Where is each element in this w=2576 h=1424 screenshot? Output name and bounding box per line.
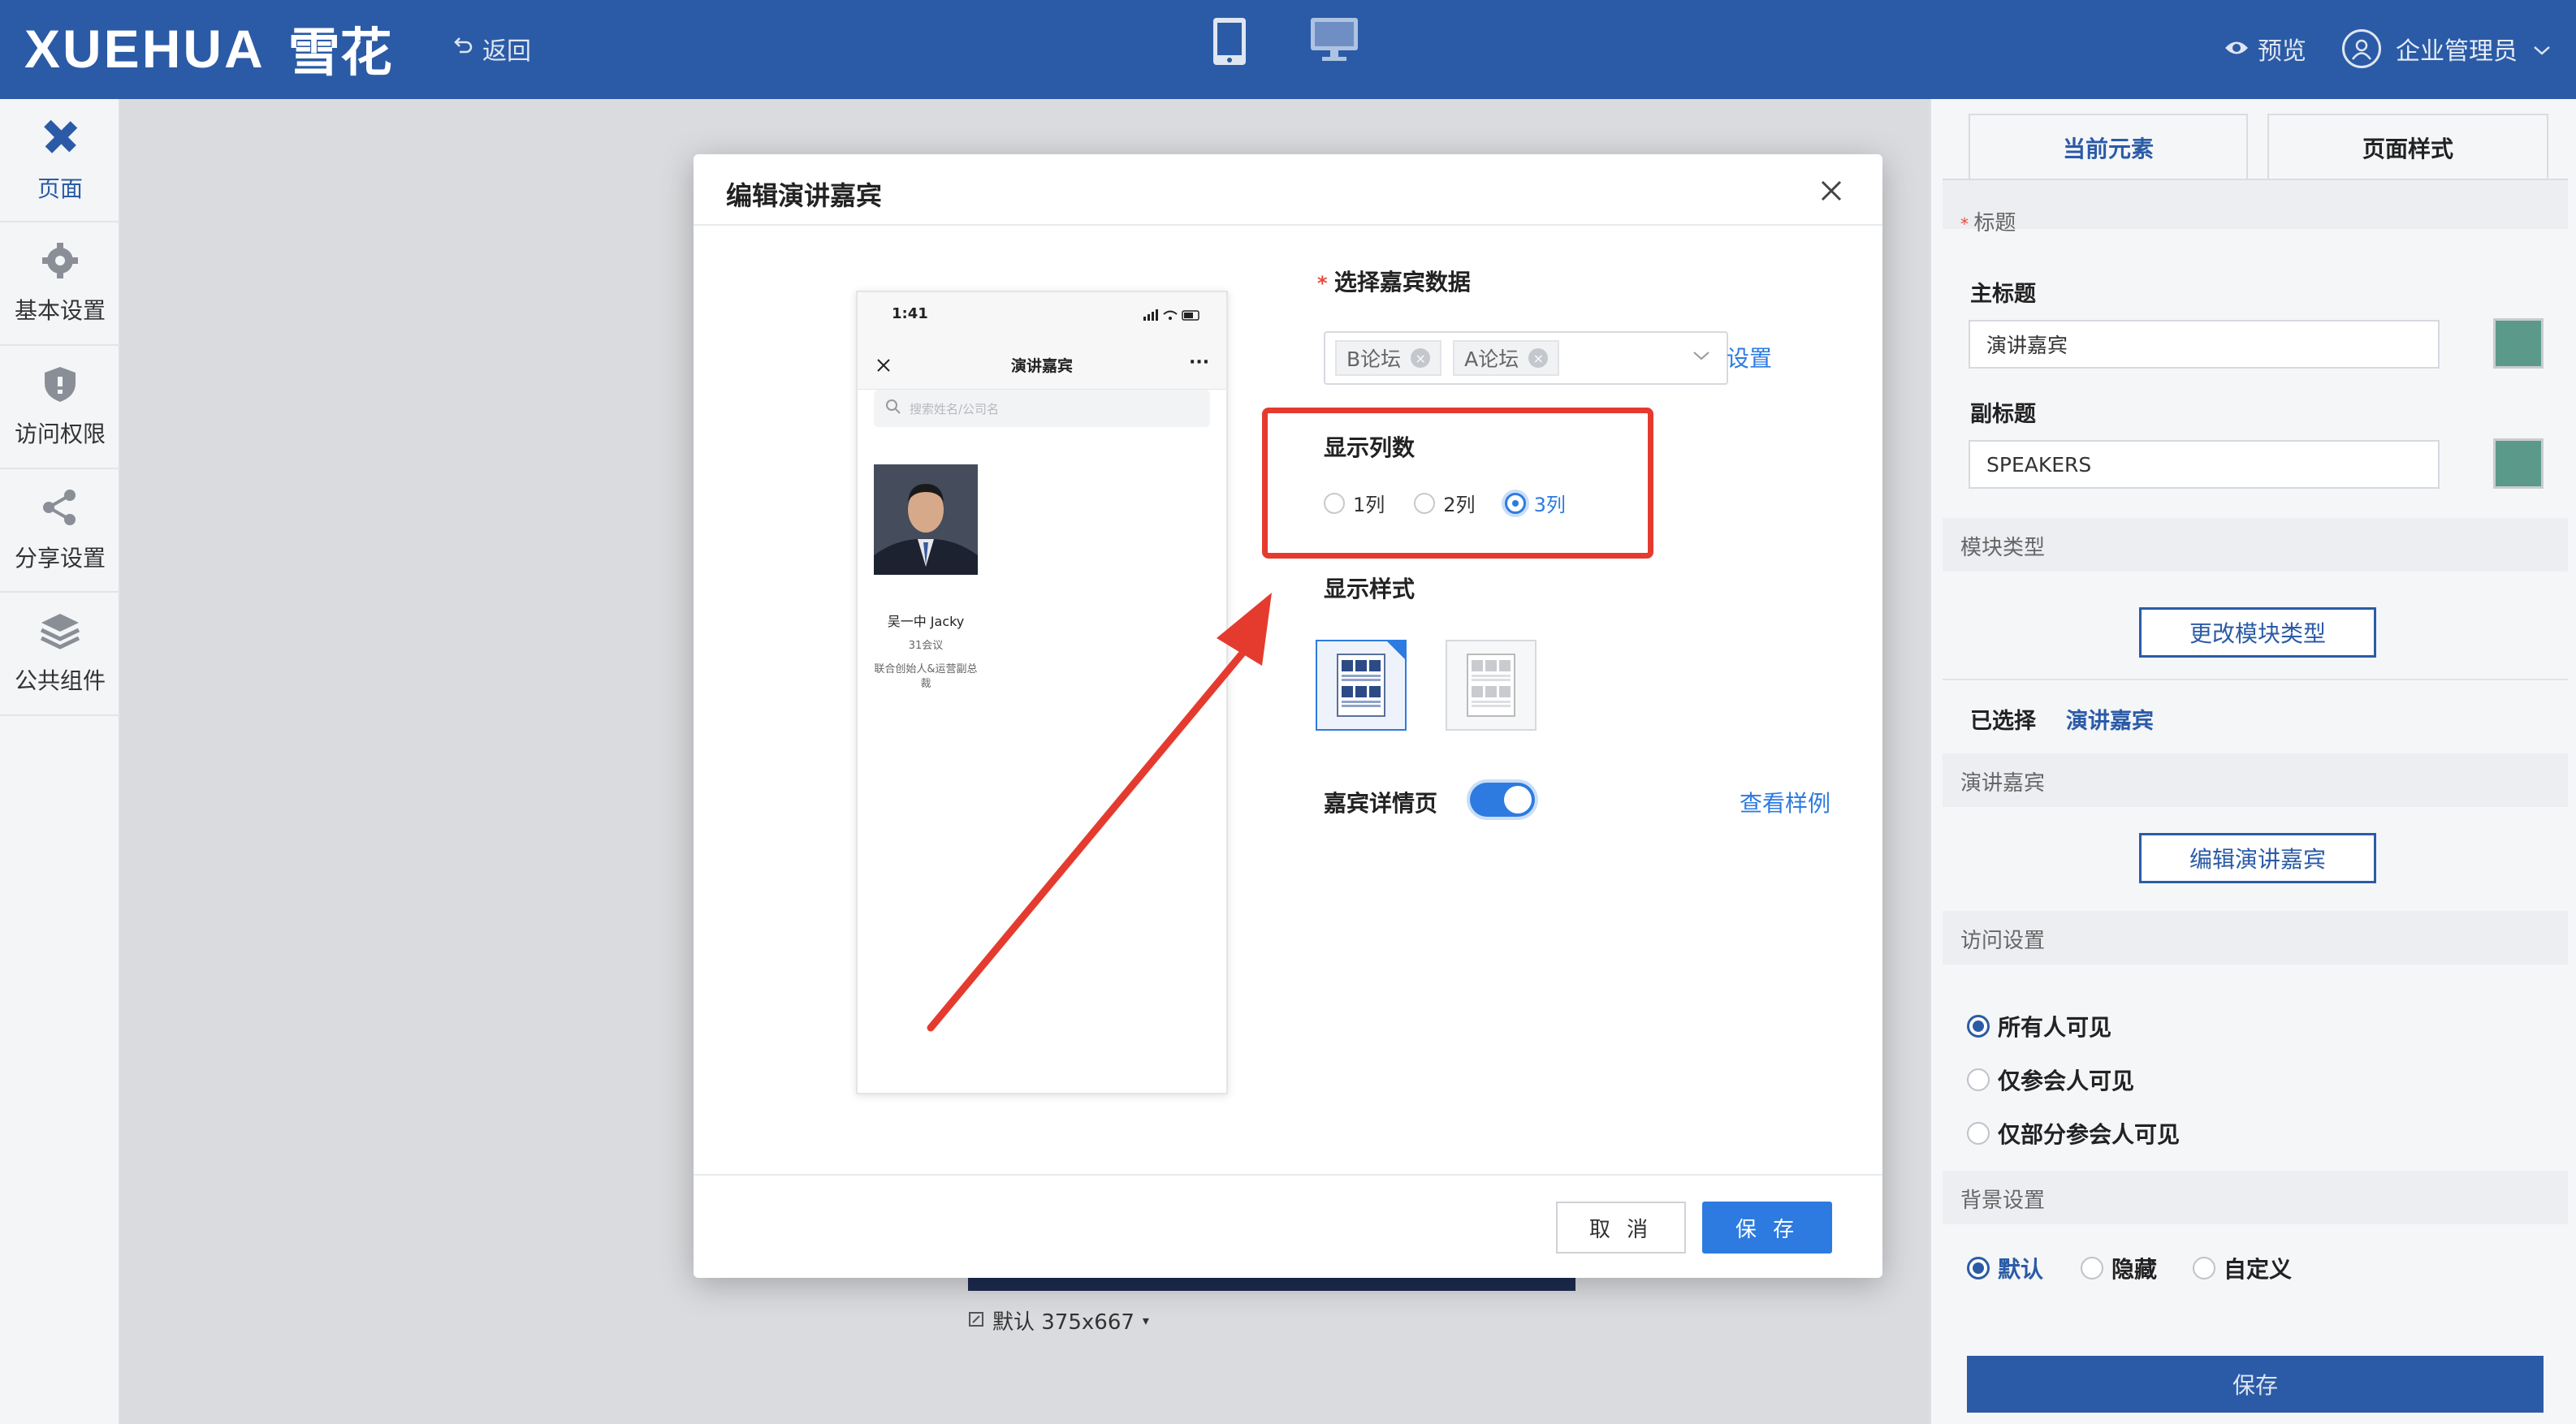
tab-current-element[interactable]: 当前元素 bbox=[1969, 114, 2248, 180]
radio-icon bbox=[1967, 1015, 1990, 1038]
main-title-label: 主标题 bbox=[1970, 282, 2036, 307]
sidebar-item-access[interactable]: 访问权限 bbox=[0, 346, 120, 469]
sidebar-item-share[interactable]: 分享设置 bbox=[0, 469, 120, 593]
back-label: 返回 bbox=[482, 37, 531, 66]
change-module-button[interactable]: 更改模块类型 bbox=[2139, 607, 2376, 658]
sidebar-item-basic-settings[interactable]: 基本设置 bbox=[0, 222, 120, 346]
main-title-input[interactable]: 演讲嘉宾 bbox=[1969, 320, 2440, 369]
main-title-color-swatch[interactable] bbox=[2493, 318, 2544, 369]
logo: XUEHUA 雪花 bbox=[24, 16, 392, 84]
sidebar-item-label: 公共组件 bbox=[14, 667, 106, 694]
preview-button[interactable]: 预览 bbox=[2224, 24, 2306, 73]
user-name: 企业管理员 bbox=[2396, 37, 2518, 66]
access-option-all[interactable]: 所有人可见 bbox=[1967, 1010, 2111, 1042]
title-section-label: * 标题 bbox=[1960, 211, 2016, 235]
radio-icon bbox=[1967, 1122, 1990, 1145]
background-option-label: 隐藏 bbox=[2111, 1256, 2158, 1283]
eye-icon bbox=[2224, 35, 2250, 63]
left-sidebar: 页面 基本设置 访问权限 分享设置 公共组件 bbox=[0, 99, 120, 1424]
chevron-down-icon bbox=[2532, 35, 2552, 63]
top-bar: XUEHUA 雪花 返回 预览 企业管理员 bbox=[0, 0, 2576, 99]
speakers-label: 演讲嘉宾 bbox=[1960, 771, 2046, 796]
undo-icon bbox=[452, 34, 474, 63]
sidebar-item-label: 访问权限 bbox=[14, 420, 106, 447]
back-button[interactable]: 返回 bbox=[452, 26, 531, 71]
shield-icon bbox=[41, 365, 79, 408]
layers-icon bbox=[40, 612, 80, 655]
edit-speakers-modal: 编辑演讲嘉宾 1:41 演讲嘉宾 ··· 搜索姓名/公司名 吴一中 Jacky … bbox=[694, 154, 1882, 1278]
gear-icon bbox=[41, 242, 79, 285]
access-label: 访问设置 bbox=[1960, 929, 2046, 953]
access-option-label: 所有人可见 bbox=[1998, 1014, 2112, 1041]
right-panel: 当前元素 页面样式 * 标题 主标题 演讲嘉宾 副标题 SPEAKERS 模块类… bbox=[1930, 99, 2576, 1424]
pencil-ruler-icon bbox=[40, 117, 80, 163]
sub-title-color-swatch[interactable] bbox=[2493, 438, 2544, 489]
user-avatar-icon bbox=[2342, 29, 2381, 68]
logo-chinese: 雪花 bbox=[287, 24, 392, 84]
logo-text: XUEHUA bbox=[24, 19, 266, 79]
title-section-bar bbox=[1943, 180, 2568, 229]
sidebar-item-components[interactable]: 公共组件 bbox=[0, 593, 120, 716]
sidebar-item-label: 基本设置 bbox=[14, 296, 106, 324]
sub-title-label: 副标题 bbox=[1970, 402, 2036, 427]
background-label: 背景设置 bbox=[1960, 1189, 2046, 1213]
divider bbox=[1943, 679, 2568, 680]
panel-save-button[interactable]: 保存 bbox=[1967, 1356, 2544, 1413]
access-option-label: 仅部分参会人可见 bbox=[1998, 1121, 2181, 1148]
access-option-attendees[interactable]: 仅参会人可见 bbox=[1967, 1064, 2134, 1096]
access-option-label: 仅参会人可见 bbox=[1998, 1068, 2135, 1094]
background-option-default[interactable]: 默认 bbox=[1967, 1252, 2043, 1284]
background-option-custom[interactable]: 自定义 bbox=[2193, 1252, 2292, 1284]
sidebar-item-label: 页面 bbox=[37, 175, 83, 202]
access-option-partial[interactable]: 仅部分参会人可见 bbox=[1967, 1117, 2180, 1150]
edit-speakers-button[interactable]: 编辑演讲嘉宾 bbox=[2139, 833, 2376, 883]
background-option-label: 自定义 bbox=[2224, 1256, 2293, 1283]
selected-label: 已选择 bbox=[1970, 709, 2036, 734]
user-menu[interactable]: 企业管理员 bbox=[2342, 19, 2552, 78]
annotation-arrow bbox=[927, 593, 1272, 1032]
preview-label: 预览 bbox=[2258, 37, 2306, 66]
desktop-device-icon[interactable] bbox=[1309, 16, 1359, 67]
canvas-size-selector[interactable]: 默认 375x667 ▾ bbox=[968, 1305, 1149, 1336]
canvas-size-label: 默认 375x667 bbox=[992, 1310, 1135, 1335]
background-option-hidden[interactable]: 隐藏 bbox=[2081, 1252, 2157, 1284]
caret-down-icon: ▾ bbox=[1142, 1313, 1149, 1328]
sidebar-item-label: 分享设置 bbox=[14, 544, 106, 572]
sidebar-item-page[interactable]: 页面 bbox=[0, 99, 120, 222]
cancel-button[interactable]: 取 消 bbox=[1556, 1202, 1686, 1254]
radio-icon bbox=[2081, 1257, 2103, 1279]
tab-page-style[interactable]: 页面样式 bbox=[2267, 114, 2548, 180]
resize-icon bbox=[968, 1309, 984, 1333]
save-button[interactable]: 保 存 bbox=[1702, 1202, 1832, 1254]
mobile-device-icon[interactable] bbox=[1212, 16, 1247, 70]
radio-icon bbox=[2193, 1257, 2215, 1279]
module-type-label: 模块类型 bbox=[1960, 536, 2046, 560]
radio-icon bbox=[1967, 1068, 1990, 1091]
selected-module-link[interactable]: 演讲嘉宾 bbox=[2066, 703, 2154, 735]
sub-title-input[interactable]: SPEAKERS bbox=[1969, 440, 2440, 489]
radio-icon bbox=[1967, 1257, 1990, 1279]
share-icon bbox=[41, 488, 80, 533]
background-option-label: 默认 bbox=[1998, 1256, 2044, 1283]
